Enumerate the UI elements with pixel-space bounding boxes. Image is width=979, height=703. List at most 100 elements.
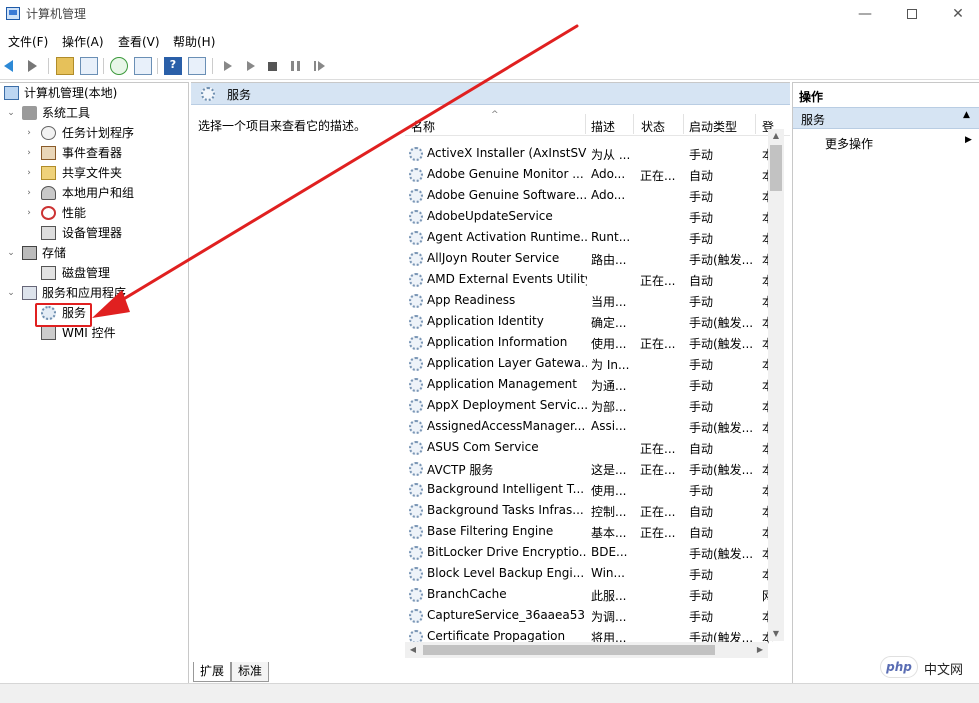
tree-item-label: 磁盘管理 <box>62 266 111 280</box>
table-row[interactable]: Block Level Backup Engi...Win...手动本 <box>405 563 774 584</box>
maximize-button[interactable] <box>889 0 935 28</box>
service-name: AdobeUpdateService <box>427 209 553 223</box>
table-row[interactable]: AVCTP 服务这是...正在...手动(触发...本 <box>405 458 774 479</box>
service-gear-icon <box>409 525 423 539</box>
service-gear-icon <box>409 546 423 560</box>
column-header-name[interactable]: 名称 <box>411 118 435 135</box>
back-icon[interactable] <box>4 60 13 72</box>
table-row[interactable]: Application Layer Gatewa...为 In...手动本 <box>405 353 774 374</box>
pause-service-icon[interactable] <box>291 61 300 71</box>
table-row[interactable]: Base Filtering Engine基本...正在...自动本 <box>405 521 774 542</box>
scroll-right-icon[interactable]: ▶ <box>752 642 768 658</box>
forward-icon[interactable] <box>28 60 37 72</box>
expand-icon[interactable]: › <box>24 143 34 163</box>
table-row[interactable]: ASUS Com Service正在...自动本 <box>405 437 774 458</box>
service-name: BranchCache <box>427 587 507 601</box>
scroll-left-icon[interactable]: ◀ <box>405 642 421 658</box>
collapse-up-icon[interactable]: ▲ <box>963 110 970 120</box>
collapse-icon[interactable]: ⌄ <box>6 283 16 303</box>
menu-view[interactable]: 查看(V) <box>118 33 160 50</box>
table-row[interactable]: AppX Deployment Servic...为部...手动本 <box>405 395 774 416</box>
service-name: Certificate Propagation <box>427 629 566 643</box>
minimize-button[interactable]: — <box>842 0 888 28</box>
table-row[interactable]: Adobe Genuine Monitor ...Ado...正在...自动本 <box>405 164 774 185</box>
start-service-alt-icon[interactable] <box>247 61 255 71</box>
refresh-icon[interactable] <box>110 57 128 75</box>
table-row[interactable]: AdobeUpdateService手动本 <box>405 206 774 227</box>
php-logo: php <box>880 656 918 678</box>
service-description: Assi... <box>591 419 627 433</box>
column-header-startup[interactable]: 启动类型 <box>689 118 737 135</box>
column-header-status[interactable]: 状态 <box>641 118 665 135</box>
chevron-right-icon[interactable]: ▶ <box>965 135 972 145</box>
service-gear-icon <box>409 588 423 602</box>
table-row[interactable]: AMD External Events Utility正在...自动本 <box>405 269 774 290</box>
table-row[interactable]: Agent Activation Runtime...Runt...手动本 <box>405 227 774 248</box>
table-row[interactable]: Application Management为通...手动本 <box>405 374 774 395</box>
column-header-description[interactable]: 描述 <box>591 118 615 135</box>
column-divider[interactable] <box>683 114 684 134</box>
service-gear-icon <box>409 609 423 623</box>
show-hide-tree-icon[interactable] <box>80 57 98 75</box>
service-status: 正在... <box>640 505 676 519</box>
device-manager-icon <box>41 226 56 240</box>
vertical-scrollbar[interactable]: ▲ ▼ <box>768 129 784 641</box>
collapse-icon[interactable]: ⌄ <box>6 103 16 123</box>
service-startup-type: 自动 <box>689 505 714 519</box>
show-hide-action-pane-icon[interactable] <box>188 57 206 75</box>
collapse-icon[interactable]: ⌄ <box>6 243 16 263</box>
table-row[interactable]: Application Identity确定...手动(触发...本 <box>405 311 774 332</box>
menu-file[interactable]: 文件(F) <box>8 33 48 50</box>
expand-icon[interactable]: › <box>24 203 34 223</box>
service-name: Adobe Genuine Software... <box>427 188 587 202</box>
expand-icon[interactable]: › <box>24 123 34 143</box>
column-headers: ^ 名称 描述 状态 启动类型 登 <box>405 110 790 136</box>
table-row[interactable]: Adobe Genuine Software...Ado...手动本 <box>405 185 774 206</box>
service-description: 为通... <box>591 379 627 393</box>
table-row[interactable]: Application Information 使用... 正在... 手动(触发..… <box>405 332 774 353</box>
toolbar-separator <box>212 58 213 74</box>
table-row[interactable]: BitLocker Drive Encryptio... BDE... 手动(触发.… <box>405 542 774 563</box>
expand-icon[interactable]: › <box>24 183 34 203</box>
column-divider[interactable] <box>585 114 586 134</box>
stop-service-icon[interactable] <box>268 62 277 71</box>
start-service-icon[interactable] <box>224 61 232 71</box>
expand-icon[interactable]: › <box>24 163 34 183</box>
more-actions-item[interactable]: 更多操作 <box>825 135 873 152</box>
table-row[interactable]: Background Tasks Infras...控制...正在...自动本 <box>405 500 774 521</box>
storage-icon <box>22 246 37 260</box>
table-row[interactable]: CaptureService_36aaea53为调...手动本 <box>405 605 774 626</box>
users-icon <box>41 186 56 200</box>
tab-extended[interactable]: 扩展 <box>193 662 232 682</box>
service-startup-type: 手动 <box>689 379 714 393</box>
table-row[interactable]: AllJoyn Router Service路由...手动(触发...本 <box>405 248 774 269</box>
title-bar: 计算机管理 — ✕ <box>0 0 979 28</box>
table-row[interactable]: AssignedAccessManager...Assi...手动(触发...本 <box>405 416 774 437</box>
scroll-up-icon[interactable]: ▲ <box>768 129 784 143</box>
table-row[interactable]: Background Intelligent T...使用...手动本 <box>405 479 774 500</box>
restart-service-icon[interactable] <box>314 61 325 71</box>
horizontal-scroll-thumb[interactable] <box>423 645 715 655</box>
table-row[interactable]: BranchCache此服...手动网 <box>405 584 774 605</box>
column-divider[interactable] <box>633 114 634 134</box>
horizontal-scrollbar[interactable]: ◀ ▶ <box>405 642 768 658</box>
menu-help[interactable]: 帮助(H) <box>173 33 215 50</box>
close-button[interactable]: ✕ <box>935 0 979 28</box>
up-folder-icon[interactable] <box>56 57 74 75</box>
help-icon[interactable]: ? <box>164 57 182 75</box>
column-divider[interactable] <box>755 114 756 134</box>
menu-action[interactable]: 操作(A) <box>62 33 104 50</box>
export-list-icon[interactable] <box>134 57 152 75</box>
toolbar: ? <box>0 52 979 80</box>
table-row[interactable]: App Readiness当用...手动本 <box>405 290 774 311</box>
table-row[interactable]: ActiveX Installer (AxInstSV)为从 ...手动本 <box>405 143 774 164</box>
tab-standard[interactable]: 标准 <box>231 662 270 682</box>
vertical-scroll-thumb[interactable] <box>770 145 782 191</box>
tree-root-label: 计算机管理(本地) <box>24 86 118 100</box>
service-startup-type: 手动 <box>689 190 714 204</box>
actions-section-services[interactable]: 服务 ▲ <box>793 107 979 129</box>
service-startup-type: 手动 <box>689 484 714 498</box>
scroll-down-icon[interactable]: ▼ <box>768 627 784 641</box>
service-status: 正在... <box>640 463 676 477</box>
services-pane: 服务 选择一个项目来查看它的描述。 ^ 名称 描述 状态 启动类型 登 Acti… <box>191 82 790 684</box>
